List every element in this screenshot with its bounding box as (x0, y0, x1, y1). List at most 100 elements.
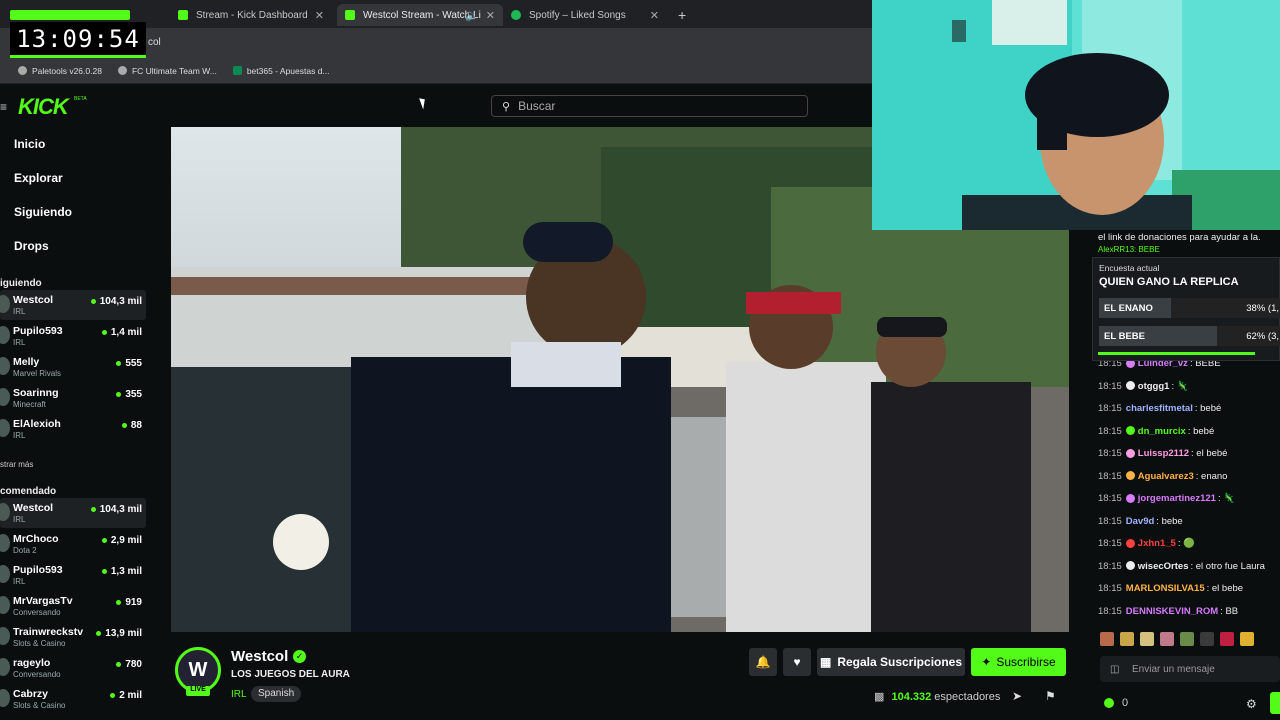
viewer-count: ▩ 104.332 espectadores (874, 690, 1000, 703)
tab-spotify[interactable]: Spotify – Liked Songs ✕ (503, 4, 667, 26)
nav-explorar[interactable]: Explorar (14, 171, 63, 185)
sidebar-channel[interactable]: Soarinng Minecraft 355 (0, 383, 146, 413)
new-tab-button[interactable]: + (670, 4, 694, 26)
gift-subs-button[interactable]: ▦ Regala Suscripciones (817, 648, 965, 676)
chat-text: el bebé (1196, 448, 1228, 459)
chat-input-placeholder: Enviar un mensaje (1132, 663, 1215, 675)
chat-time: 18:15 (1098, 380, 1122, 392)
bookmark-label: FC Ultimate Team W... (131, 65, 217, 76)
sidebar-channel[interactable]: Pupilo593 IRL 1,4 mil (0, 321, 146, 351)
live-dot-icon (121, 422, 127, 428)
emote-icon[interactable] (1200, 632, 1214, 646)
emote-icon[interactable] (1220, 632, 1234, 646)
sidebar-channel[interactable]: Cabrzy Slots & Casino 2 mil (0, 684, 146, 714)
nav-drops[interactable]: Drops (14, 239, 49, 253)
report-flag-icon[interactable]: ⚑ (1045, 689, 1056, 703)
chat-username[interactable]: jorgemartinez121 (1138, 493, 1216, 504)
poll-option-bebe[interactable]: EL BEBE 62% (3, (1099, 326, 1280, 346)
emote-icon: 🦎 (1223, 493, 1236, 504)
emote-icon[interactable] (1120, 632, 1134, 646)
language-tag[interactable]: Spanish (251, 686, 302, 702)
speaker-icon[interactable]: 🔈 (465, 9, 479, 22)
subscribe-button[interactable]: ✦ Suscribirse (971, 648, 1066, 676)
badge-icon (1125, 471, 1135, 481)
channel-name: Westcol (13, 502, 54, 514)
follow-heart-button[interactable]: ♥ (783, 648, 811, 676)
chat-input[interactable]: ◫ Enviar un mensaje (1100, 656, 1280, 682)
bookmark-bet365[interactable]: bet365 - Apuestas d... (232, 66, 330, 76)
sidebar-channel[interactable]: Westcol IRL 104,3 mil (0, 290, 146, 320)
avatar (0, 503, 10, 521)
channel-name[interactable]: Westcol (231, 648, 288, 665)
emote-icon[interactable] (1100, 632, 1114, 646)
following-header: iguiendo (0, 278, 42, 289)
nav-siguiendo[interactable]: Siguiendo (14, 205, 72, 219)
show-more-link[interactable]: strar más (0, 460, 33, 469)
close-tab-icon[interactable]: ✕ (650, 9, 659, 22)
close-tab-icon[interactable]: ✕ (315, 9, 324, 22)
live-dot-icon (101, 568, 107, 574)
poll-option-enano[interactable]: EL ENANO 38% (1, (1099, 298, 1280, 318)
chat-username[interactable]: Luissp2112 (1138, 448, 1189, 459)
poll-timer-bar (1098, 352, 1255, 355)
emote-icon[interactable] (1160, 632, 1174, 646)
chat-username[interactable]: Agualvarez3 (1138, 471, 1194, 482)
live-dot-icon (101, 537, 107, 543)
search-placeholder: Buscar (518, 99, 556, 113)
gear-icon[interactable]: ⚙ (1246, 697, 1257, 711)
tab-kick-dashboard[interactable]: Stream - Kick Dashboard ✕ (170, 4, 332, 26)
subscribe-label: Suscribirse (996, 655, 1056, 669)
gift-icon: ▦ (819, 655, 832, 669)
bookmark-fc-ultimate[interactable]: FC Ultimate Team W... (117, 65, 217, 76)
chat-username[interactable]: Dav9d (1126, 516, 1155, 527)
channel-name: Trainwreckstv (13, 626, 84, 638)
sidebar-channel[interactable]: rageylo Conversando 780 (0, 653, 146, 683)
chat-username[interactable]: wisecOrtes (1138, 561, 1189, 572)
channel-name: Westcol (13, 294, 54, 306)
category-link[interactable]: IRL (231, 689, 247, 700)
emote-bar (1100, 632, 1280, 650)
channel-category: IRL (13, 307, 26, 316)
close-tab-icon[interactable]: ✕ (486, 9, 495, 22)
chat-message: 18:15 otggg1: 🦎 (1098, 381, 1189, 392)
bookmark-paletools[interactable]: Paletools v26.0.28 (18, 66, 102, 76)
share-icon[interactable]: ➤ (1012, 689, 1022, 703)
search-input[interactable]: ⚲ Buscar (491, 95, 808, 117)
channel-viewers: 104,3 mil (90, 296, 142, 307)
live-badge: LIVE (186, 686, 210, 696)
sidebar-channel[interactable]: MrChoco Dota 2 2,9 mil (0, 529, 146, 559)
sidebar-channel[interactable]: Pupilo593 IRL 1,3 mil (0, 560, 146, 590)
kick-logo[interactable]: KICK (18, 94, 69, 120)
sidebar-channel[interactable]: Melly Marvel Rivals 555 (0, 352, 146, 382)
emote-icon[interactable] (1180, 632, 1194, 646)
emote-icon[interactable] (1140, 632, 1154, 646)
chat-send-button[interactable] (1270, 692, 1280, 714)
badge-icon (1125, 426, 1135, 436)
sidebar-channel[interactable]: MrVargasTv Conversando 919 (0, 591, 146, 621)
poll-option-percent: 38% (1, (1246, 302, 1279, 314)
chat-username[interactable]: Jxhn1_5 (1138, 538, 1176, 549)
chat-message: 18:15 Luissp2112: el bebé (1098, 448, 1227, 459)
tab-westcol-stream[interactable]: Westcol Stream - Watch Li 🔈 ✕ (337, 4, 503, 26)
menu-icon[interactable]: ≡ (0, 100, 7, 114)
tab-label: Stream - Kick Dashboard (196, 9, 308, 21)
nav-inicio[interactable]: Inicio (14, 137, 45, 151)
notification-bell-button[interactable]: 🔔 (749, 648, 777, 676)
channel-viewers: 2,9 mil (101, 535, 142, 546)
sidebar-channel[interactable]: Westcol IRL 104,3 mil (0, 498, 146, 528)
badge-icon (1125, 538, 1135, 548)
channel-name: Melly (13, 356, 40, 368)
channel-points[interactable]: 0 (1104, 697, 1128, 709)
chat-username[interactable]: charlesfitmetal (1126, 403, 1193, 414)
chat-username[interactable]: otggg1 (1138, 381, 1170, 392)
sidebar-channel[interactable]: Trainwreckstv Slots & Casino 13,9 mil (0, 622, 146, 652)
channel-name: Cabrzy (13, 688, 49, 700)
chat-username[interactable]: DENNISKEVIN_ROM (1126, 606, 1218, 617)
live-dot-icon (90, 506, 96, 512)
chat-username[interactable]: MARLONSILVA15 (1126, 583, 1205, 594)
sidebar-channel[interactable]: ElAlexioh IRL 88 (0, 414, 146, 444)
chat-username[interactable]: dn_murcix (1138, 426, 1186, 437)
avatar (0, 534, 10, 552)
spotify-favicon-icon (511, 10, 521, 20)
emote-icon[interactable] (1240, 632, 1254, 646)
